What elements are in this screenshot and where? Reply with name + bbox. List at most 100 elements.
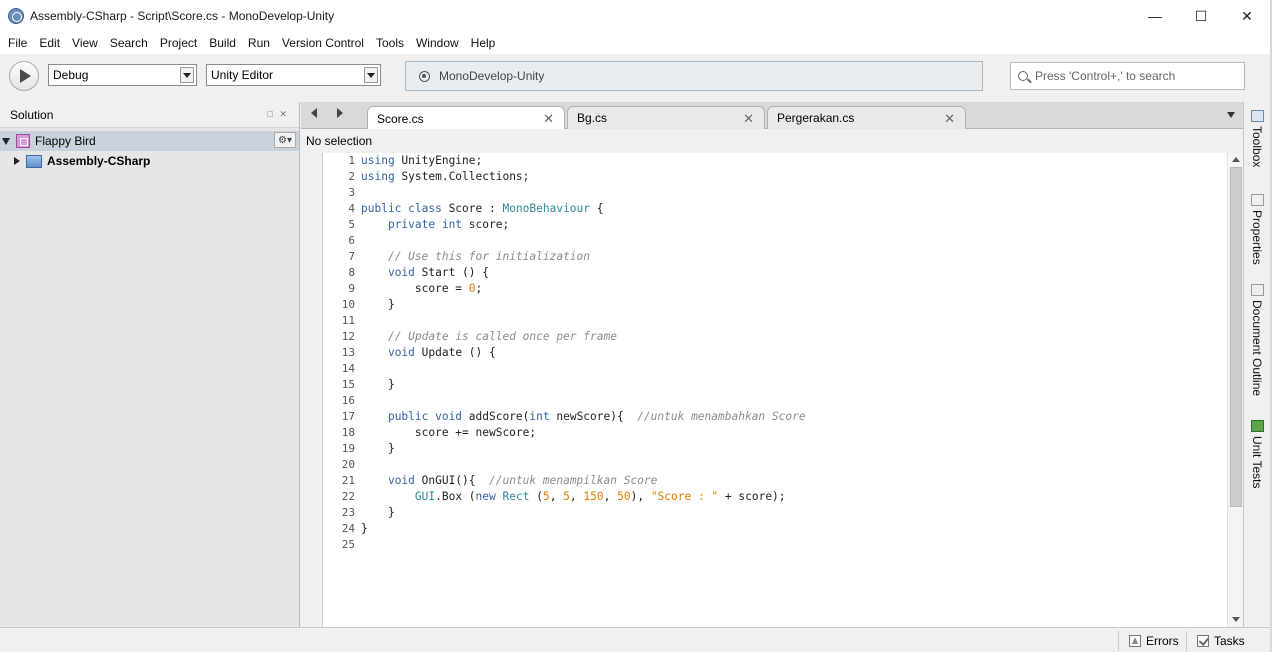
close-icon[interactable]: ✕ — [944, 111, 955, 127]
warning-icon — [1129, 635, 1141, 647]
close-button[interactable]: ✕ — [1224, 0, 1270, 32]
configuration-value: Debug — [53, 68, 89, 82]
close-icon[interactable]: ✕ — [543, 111, 554, 127]
tab-pergerakan-cs[interactable]: Pergerakan.cs ✕ — [767, 106, 966, 129]
tab-score-cs[interactable]: Score.cs ✕ — [367, 106, 565, 130]
project-icon — [26, 154, 42, 168]
run-target-select[interactable]: Unity Editor — [206, 64, 381, 86]
menu-tools[interactable]: Tools — [370, 36, 410, 50]
breadcrumb[interactable]: No selection — [301, 129, 1243, 153]
status-text: MonoDevelop-Unity — [439, 69, 545, 83]
menu-file[interactable]: File — [2, 36, 33, 50]
monodevelop-icon — [8, 8, 24, 24]
play-icon — [20, 69, 31, 83]
line-number: 21 — [341, 474, 355, 487]
line-number: 4 — [348, 202, 355, 215]
run-button[interactable] — [9, 61, 39, 91]
line-number: 9 — [348, 282, 355, 295]
toolbar: Debug Unity Editor MonoDevelop-Unity — [0, 54, 1270, 100]
arrow-left-icon[interactable] — [311, 108, 317, 118]
code-line: } — [361, 506, 395, 519]
line-number: 13 — [341, 346, 355, 359]
menu-build[interactable]: Build — [203, 36, 242, 50]
tab-navigation — [311, 108, 343, 118]
line-number: 12 — [341, 330, 355, 343]
line-number: 24 — [341, 522, 355, 535]
minimize-button[interactable]: — — [1132, 0, 1178, 32]
collapse-arrow-icon[interactable] — [14, 157, 20, 165]
line-number: 18 — [341, 426, 355, 439]
menu-run[interactable]: Run — [242, 36, 276, 50]
line-number: 17 — [341, 410, 355, 423]
properties-pad[interactable]: Properties — [1247, 194, 1267, 265]
line-number: 25 — [341, 538, 355, 551]
breadcrumb-text: No selection — [306, 134, 373, 148]
unit-tests-pad[interactable]: Unit Tests — [1247, 420, 1267, 488]
status-area: MonoDevelop-Unity — [405, 61, 983, 91]
tab-bg-cs[interactable]: Bg.cs ✕ — [567, 106, 765, 129]
search-input[interactable] — [1035, 69, 1235, 83]
unit-tests-icon — [1250, 420, 1264, 432]
vertical-scrollbar[interactable] — [1227, 153, 1243, 627]
menu-edit[interactable]: Edit — [33, 36, 66, 50]
expand-arrow-icon[interactable] — [2, 137, 10, 145]
solution-icon — [16, 134, 30, 148]
line-number: 10 — [341, 298, 355, 311]
solution-pad-header: Solution □ ✕ — [0, 102, 299, 128]
tasks-label: Tasks — [1214, 634, 1245, 648]
menu-search[interactable]: Search — [104, 36, 154, 50]
solution-pad-title: Solution — [10, 107, 54, 122]
menu-version-control[interactable]: Version Control — [276, 36, 370, 50]
errors-label: Errors — [1146, 634, 1179, 648]
search-box[interactable] — [1010, 62, 1245, 90]
line-number: 15 — [341, 378, 355, 391]
tab-list-dropdown-icon[interactable] — [1227, 112, 1235, 118]
status-icon — [419, 70, 430, 82]
tree-row-project[interactable]: Assembly-CSharp — [0, 151, 299, 171]
scroll-down-icon[interactable] — [1232, 617, 1240, 622]
arrow-right-icon[interactable] — [337, 108, 343, 118]
errors-button[interactable]: Errors — [1118, 631, 1188, 651]
line-number: 5 — [348, 218, 355, 231]
toolbox-pad[interactable]: Toolbox — [1247, 110, 1267, 167]
code-line: void Start () { — [387, 266, 489, 279]
configuration-select[interactable]: Debug — [48, 64, 197, 86]
scroll-up-icon[interactable] — [1232, 157, 1240, 162]
code-editor[interactable]: 1 2 3 4 5 6 7 8 9 10 11 12 13 14 15 16 1… — [322, 153, 1243, 627]
menu-window[interactable]: Window — [410, 36, 465, 50]
close-icon[interactable]: ✕ — [743, 111, 754, 127]
document-outline-pad[interactable]: Document Outline — [1247, 284, 1267, 396]
gear-icon[interactable]: ⚙▾ — [274, 132, 296, 148]
line-number: 7 — [348, 250, 355, 263]
line-number: 3 — [348, 186, 355, 199]
code-line: public class Score : MonoBehaviour { — [361, 202, 604, 215]
tasks-button[interactable]: Tasks — [1186, 631, 1256, 651]
line-number: 16 — [341, 394, 355, 407]
toolbox-icon — [1250, 110, 1264, 122]
project-name: Assembly-CSharp — [47, 154, 151, 168]
monodevelop-window: Assembly-CSharp - Script\Score.cs - Mono… — [0, 0, 1272, 652]
tree-row-solution[interactable]: Flappy Bird ⚙▾ — [0, 131, 299, 151]
scrollbar-thumb[interactable] — [1230, 167, 1242, 507]
window-title: Assembly-CSharp - Script\Score.cs - Mono… — [30, 9, 335, 23]
run-target-value: Unity Editor — [211, 68, 274, 82]
code-line: using UnityEngine; — [361, 154, 483, 167]
code-line: GUI.Box (new Rect (5, 5, 150, 50), "Scor… — [414, 490, 786, 503]
menu-bar: File Edit View Search Project Build Run … — [0, 32, 1270, 54]
menu-help[interactable]: Help — [465, 36, 502, 50]
toolbox-label: Toolbox — [1250, 126, 1264, 168]
menu-project[interactable]: Project — [154, 36, 203, 50]
maximize-button[interactable]: ☐ — [1178, 0, 1224, 32]
pad-controls[interactable]: □ ✕ — [268, 109, 289, 120]
tab-label: Pergerakan.cs — [777, 111, 855, 125]
menu-view[interactable]: View — [66, 36, 104, 50]
line-number: 20 — [341, 458, 355, 471]
properties-icon — [1250, 194, 1264, 206]
chevron-down-icon — [364, 67, 378, 83]
code-line: // Update is called once per frame — [387, 330, 617, 343]
